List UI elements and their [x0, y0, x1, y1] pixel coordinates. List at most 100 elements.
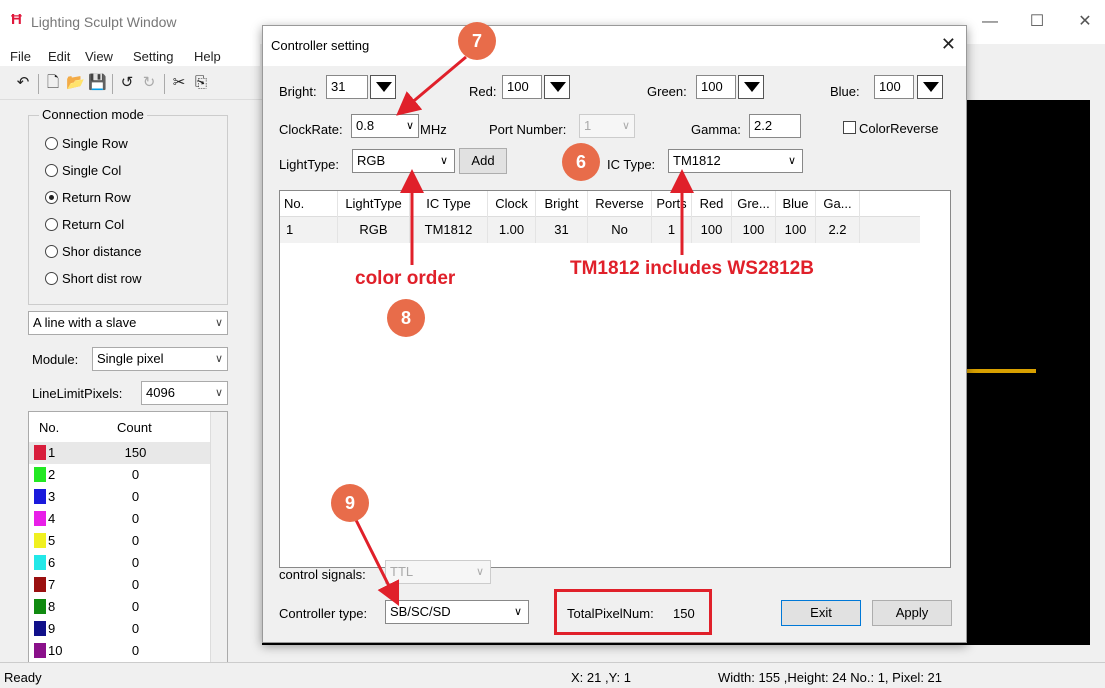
- grid-header-cell[interactable]: No.: [280, 191, 338, 217]
- radio-single-col[interactable]: Single Col: [45, 163, 121, 178]
- open-folder-icon[interactable]: 📂: [66, 74, 85, 92]
- pixel-count-list: No. Count 1 150 2 0 3 0 4 0 5 0 6 0 7 0 8 0 9 0 10 0: [28, 411, 228, 668]
- undo-icon[interactable]: ↺: [118, 74, 136, 92]
- module-select[interactable]: Single pixel ∨: [92, 347, 228, 371]
- line-mode-select[interactable]: A line with a slave ∨: [28, 311, 228, 335]
- list-item-count: 0: [131, 555, 140, 570]
- radio-icon[interactable]: [45, 218, 58, 231]
- radio-icon[interactable]: [45, 137, 58, 150]
- line-limit-label: LineLimitPixels:: [32, 386, 123, 401]
- menu-view[interactable]: View: [85, 49, 113, 64]
- red-dropdown-button[interactable]: [544, 75, 570, 99]
- list-item[interactable]: 70: [29, 574, 211, 596]
- grid-header-cell[interactable]: Bright: [536, 191, 588, 217]
- radio-selected-icon[interactable]: [45, 191, 58, 204]
- line-limit-select[interactable]: 4096 ∨: [141, 381, 228, 405]
- green-input[interactable]: 100: [696, 75, 736, 99]
- grid-cell: 100: [776, 217, 816, 243]
- clockrate-select[interactable]: 0.8 ∨: [351, 114, 419, 138]
- copy-icon[interactable]: ⎘: [192, 74, 210, 92]
- redo-icon[interactable]: ↻: [140, 74, 158, 92]
- color-reverse-checkbox[interactable]: [843, 121, 856, 134]
- menu-edit[interactable]: Edit: [48, 49, 70, 64]
- undo-arrow-icon[interactable]: ↶: [14, 74, 32, 92]
- line-limit-value: 4096: [146, 385, 175, 400]
- color-order-annotation: color order: [355, 268, 456, 289]
- grid-header-cell[interactable]: IC Type: [410, 191, 488, 217]
- list-item[interactable]: 10 0: [29, 640, 211, 662]
- blue-dropdown-button[interactable]: [917, 75, 943, 99]
- control-signals-select[interactable]: TTL ∨: [385, 560, 491, 584]
- connection-mode-group: Connection mode Single Row Single Col Re…: [28, 107, 228, 305]
- dialog-title-bar: Controller setting ✕: [263, 26, 966, 66]
- add-button[interactable]: Add: [459, 148, 507, 174]
- menu-setting[interactable]: Setting: [133, 49, 173, 64]
- list-item[interactable]: 90: [29, 618, 211, 640]
- grid-header-cell[interactable]: Reverse: [588, 191, 652, 217]
- step-badge-8: 8: [387, 299, 425, 337]
- grid-header-cell[interactable]: Red: [692, 191, 732, 217]
- green-dropdown-button[interactable]: [738, 75, 764, 99]
- controller-type-select[interactable]: SB/SC/SD ∨: [385, 600, 529, 624]
- grid-header-cell[interactable]: Gre...: [732, 191, 776, 217]
- radio-icon[interactable]: [45, 245, 58, 258]
- new-file-icon[interactable]: 🗋: [44, 74, 62, 92]
- red-input[interactable]: 100: [502, 75, 542, 99]
- menu-file[interactable]: File: [10, 49, 31, 64]
- blue-input[interactable]: 100: [874, 75, 914, 99]
- module-value: Single pixel: [97, 351, 164, 366]
- exit-button[interactable]: Exit: [781, 600, 861, 626]
- app-logo-icon: Ħ: [11, 11, 22, 28]
- maximize-icon[interactable]: ☐: [1022, 12, 1052, 32]
- apply-button[interactable]: Apply: [872, 600, 952, 626]
- port-number-select[interactable]: 1 ∨: [579, 114, 635, 138]
- grid-header-cell[interactable]: Ga...: [816, 191, 860, 217]
- cut-icon[interactable]: ✂: [170, 74, 188, 92]
- save-icon[interactable]: 💾: [88, 74, 107, 92]
- status-bar: Ready X: 21 ,Y: 1 Width: 155 ,Height: 24…: [0, 662, 1105, 688]
- radio-icon[interactable]: [45, 272, 58, 285]
- lighttype-select[interactable]: RGB ∨: [352, 149, 455, 173]
- radio-return-row[interactable]: Return Row: [45, 190, 131, 205]
- list-item-no: 6: [48, 555, 56, 570]
- close-icon[interactable]: ✕: [1070, 12, 1100, 32]
- list-scrollbar[interactable]: [210, 412, 227, 667]
- menu-help[interactable]: Help: [194, 49, 221, 64]
- grid-header-cell[interactable]: Clock: [488, 191, 536, 217]
- list-item[interactable]: 80: [29, 596, 211, 618]
- list-item[interactable]: 20: [29, 464, 211, 486]
- list-item-count: 0: [131, 511, 140, 526]
- list-item[interactable]: 30: [29, 486, 211, 508]
- radio-label: Short dist row: [62, 271, 142, 286]
- grid-header-cell[interactable]: LightType: [338, 191, 410, 217]
- vertical-scrollbar[interactable]: [1090, 100, 1105, 645]
- ic-type-select[interactable]: TM1812 ∨: [668, 149, 803, 173]
- chevron-down-icon: ∨: [214, 387, 223, 399]
- radio-return-col[interactable]: Return Col: [45, 217, 124, 232]
- radio-shor-distance[interactable]: Shor distance: [45, 244, 142, 259]
- list-item[interactable]: 50: [29, 530, 211, 552]
- close-icon[interactable]: ✕: [941, 34, 956, 55]
- minimize-icon[interactable]: —: [975, 12, 1005, 32]
- radio-single-row[interactable]: Single Row: [45, 136, 128, 151]
- list-item[interactable]: 1 150: [29, 442, 211, 464]
- grid-header-cell[interactable]: Blue: [776, 191, 816, 217]
- color-swatch: [34, 489, 46, 504]
- table-row[interactable]: 1 RGB TM1812 1.00 31 No 1 100 100 100 2.2: [280, 217, 920, 243]
- list-item-no: 7: [48, 577, 56, 592]
- radio-short-dist-row[interactable]: Short dist row: [45, 271, 141, 286]
- bright-dropdown-button[interactable]: [370, 75, 396, 99]
- grid-header-cell[interactable]: Ports: [652, 191, 692, 217]
- chevron-down-icon: ∨: [621, 120, 630, 132]
- grid-cell: 100: [732, 217, 776, 243]
- toolbar: ↶ 🗋 📂 💾 ↺ ↻ ✂ ⎘: [0, 66, 262, 100]
- list-item[interactable]: 40: [29, 508, 211, 530]
- bright-input[interactable]: 31: [326, 75, 368, 99]
- control-signals-value: TTL: [390, 564, 414, 579]
- gamma-input[interactable]: 2.2: [749, 114, 801, 138]
- list-item[interactable]: 60: [29, 552, 211, 574]
- red-label: Red:: [469, 84, 497, 99]
- radio-icon[interactable]: [45, 164, 58, 177]
- horizontal-scrollbar[interactable]: [262, 645, 1105, 662]
- controller-grid: No. LightType IC Type Clock Bright Reverse Por…: [279, 190, 951, 568]
